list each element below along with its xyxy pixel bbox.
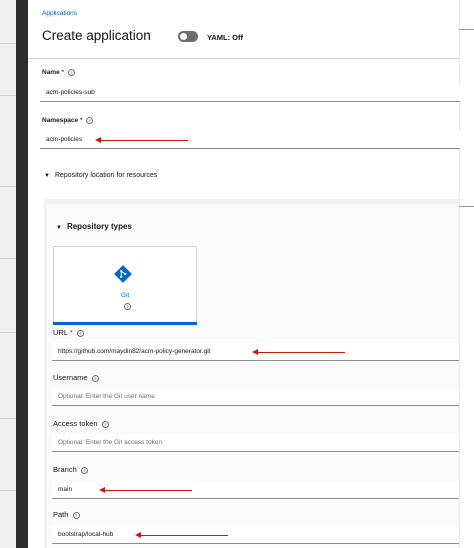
red-arrow [95,137,188,143]
repo-types-label: Repository types [66,222,132,231]
namespace-label-text: Namespace [42,117,79,125]
name-input[interactable]: acm-policies-sub [40,84,460,102]
name-label-text: Name [42,69,60,77]
path-input[interactable]: bootstrap/local-hub [52,526,459,544]
repo-types-expander[interactable]: ▼ Repository types [56,222,132,231]
help-icon[interactable]: ? [72,511,80,519]
name-label: Name * ? [42,69,75,76]
help-icon[interactable]: ? [76,329,84,337]
divider [0,43,16,44]
git-repo-card[interactable]: Git ? [53,246,197,325]
divider [0,332,16,333]
caret-down-icon: ▼ [44,173,50,179]
divider [0,490,16,491]
access-token-label: Access token ? [53,419,109,428]
repo-location-label: Repository location for resources [54,172,158,179]
red-arrow [99,487,192,493]
help-icon[interactable]: ? [91,374,99,382]
yaml-toggle[interactable] [178,31,198,42]
divider [0,186,16,187]
required-mark: * [79,117,83,125]
help-icon[interactable]: ? [80,466,88,474]
divider [459,206,474,207]
help-icon[interactable]: ? [67,69,75,76]
username-input[interactable]: Optional: Enter the Git user name [52,388,459,406]
path-label: Path ? [53,510,80,519]
branch-label-text: Branch [53,465,77,474]
namespace-label: Namespace * ? [42,117,94,125]
help-icon[interactable]: ? [124,303,131,310]
branch-label: Branch ? [53,465,88,474]
url-label: URL * ? [53,328,84,337]
red-arrow [135,532,228,538]
breadcrumb[interactable]: Applications [42,10,77,17]
username-label: Username ? [53,373,99,382]
required-mark: * [69,328,73,337]
divider [0,418,16,419]
git-icon [114,265,132,283]
access-token-input[interactable]: Optional: Enter the Git access token [52,434,459,452]
git-card-label: Git [120,292,130,299]
help-icon[interactable]: ? [101,420,109,428]
header-divider [28,58,460,59]
divider [0,95,16,96]
red-arrow [252,349,345,355]
sidebar-edge [16,0,28,548]
selected-indicator [53,322,197,325]
divider [459,0,460,548]
required-mark: * [61,69,65,77]
url-label-text: URL [53,328,68,337]
divider [459,29,474,30]
page-title: Create application [42,28,151,43]
path-label-text: Path [53,510,69,519]
repo-location-expander[interactable]: ▼ Repository location for resources [44,172,157,179]
background-panel [0,0,16,548]
access-token-label-text: Access token [53,419,98,428]
toggle-knob [180,33,187,40]
yaml-toggle-label: YAML: Off [207,33,243,42]
help-icon[interactable]: ? [86,117,94,124]
caret-down-icon: ▼ [56,225,62,231]
divider [0,258,16,259]
username-label-text: Username [53,373,88,382]
